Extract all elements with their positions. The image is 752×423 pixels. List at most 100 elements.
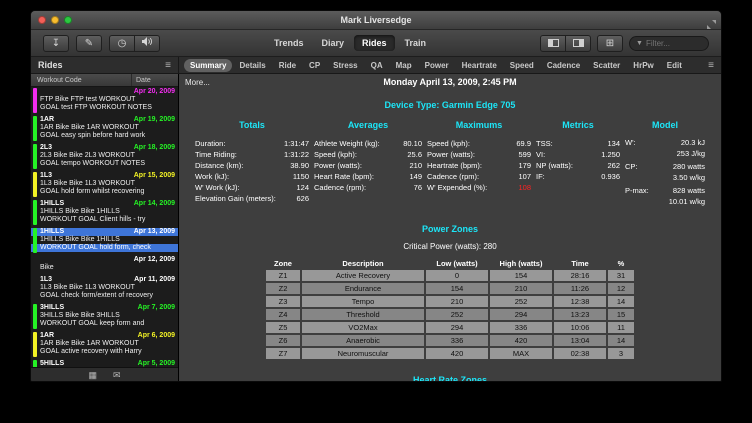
zone-cell: Z1 bbox=[266, 270, 300, 281]
ride-code: 2L3 bbox=[40, 144, 52, 152]
zone-cell: Z4 bbox=[266, 309, 300, 320]
tab-scatter[interactable]: Scatter bbox=[587, 59, 626, 72]
list-item[interactable]: 1HILLSApr 14, 2009 1HILLS Bike Bike 1HIL… bbox=[31, 199, 178, 226]
maximums-section: Maximums Speed (kph):69.9 Power (watts):… bbox=[427, 120, 531, 210]
ride-color-bar bbox=[33, 276, 37, 301]
list-item[interactable]: 1L3Apr 15, 2009 1L3 Bike Bike 1L3 WORKOU… bbox=[31, 171, 178, 198]
toggle-sidebar-button[interactable] bbox=[540, 35, 566, 52]
tab-cp[interactable]: CP bbox=[303, 59, 326, 72]
metric-row: Duration:1:31:47 bbox=[195, 138, 309, 149]
metric-value: 134 bbox=[607, 138, 620, 149]
panel-left-icon bbox=[548, 39, 559, 47]
metric-value: 1.250 bbox=[601, 149, 620, 160]
list-item[interactable]: 3HILLSApr 7, 2009 3HILLS Bike Bike 3HILL… bbox=[31, 303, 178, 330]
filter-field[interactable]: ▼ bbox=[629, 36, 709, 51]
calendar-icon[interactable]: ▦ bbox=[88, 370, 97, 380]
metric-value: 179 bbox=[518, 160, 531, 171]
tab-speed[interactable]: Speed bbox=[504, 59, 540, 72]
tab-qa[interactable]: QA bbox=[365, 59, 389, 72]
ride-color-bar bbox=[33, 88, 37, 113]
tab-edit[interactable]: Edit bbox=[661, 59, 688, 72]
metric-value: 124 bbox=[296, 182, 309, 193]
audio-button[interactable] bbox=[134, 35, 160, 52]
tile-view-button[interactable]: ⊞ bbox=[597, 35, 623, 52]
zone-cell: 28:16 bbox=[554, 270, 606, 281]
zone-cell: Anaerobic bbox=[302, 335, 424, 346]
metric-row: Speed (kph):25.6 bbox=[314, 149, 422, 160]
metric-value: 262 bbox=[607, 160, 620, 171]
metric-label: W' Work (kJ): bbox=[195, 182, 240, 193]
traffic-lights bbox=[38, 16, 72, 24]
ride-code: 1AR bbox=[40, 116, 54, 124]
list-item[interactable]: Apr 20, 2009 FTP Bike FTP test WORKOUT G… bbox=[31, 87, 178, 114]
analysis-tabs: Summary Details Ride CP Stress QA Map Po… bbox=[179, 59, 701, 72]
metric-label: CP: bbox=[625, 162, 638, 171]
metric-value: 280 watts bbox=[673, 162, 705, 171]
download-button[interactable]: ↧ bbox=[43, 35, 69, 52]
ride-desc: 1AR Bike Bike 1AR WORKOUT bbox=[40, 340, 175, 348]
zone-cell: 420 bbox=[426, 348, 488, 359]
column-header-code[interactable]: Workout Code bbox=[31, 74, 132, 86]
list-item[interactable]: 1L3Apr 11, 2009 1L3 Bike Bike 1L3 WORKOU… bbox=[31, 275, 178, 302]
zone-col-header: Low (watts) bbox=[426, 259, 488, 268]
fullscreen-icon[interactable] bbox=[707, 16, 716, 34]
tab-ride[interactable]: Ride bbox=[273, 59, 302, 72]
ride-date: Apr 14, 2009 bbox=[134, 200, 175, 208]
timer-button[interactable]: ◷ bbox=[109, 35, 135, 52]
zone-cell: 154 bbox=[426, 283, 488, 294]
scope-diary[interactable]: Diary bbox=[313, 35, 352, 51]
ride-color-bar bbox=[33, 228, 37, 253]
zoom-button[interactable] bbox=[64, 16, 72, 24]
tab-map[interactable]: Map bbox=[390, 59, 418, 72]
tab-heartrate[interactable]: Heartrate bbox=[456, 59, 503, 72]
sidebar-menu-icon[interactable]: ≡ bbox=[165, 60, 171, 71]
tab-summary[interactable]: Summary bbox=[184, 59, 232, 72]
ride-desc: Bike bbox=[40, 264, 175, 272]
scope-trends[interactable]: Trends bbox=[266, 35, 312, 51]
speaker-icon bbox=[142, 37, 153, 49]
section-title: Maximums bbox=[427, 120, 531, 130]
list-item[interactable]: 1ARApr 6, 2009 1AR Bike Bike 1AR WORKOUT… bbox=[31, 331, 178, 358]
zone-cell: 11:26 bbox=[554, 283, 606, 294]
filter-input[interactable] bbox=[646, 39, 702, 48]
window-title: Mark Liversedge bbox=[31, 15, 721, 25]
scope-rides[interactable]: Rides bbox=[354, 35, 395, 51]
metric-value: 0.936 bbox=[601, 171, 620, 182]
ride-desc: 1L3 Bike Bike 1L3 WORKOUT bbox=[40, 284, 175, 292]
metric-value: 210 bbox=[409, 160, 422, 171]
list-item[interactable]: 5HILLSApr 5, 2009 5HILLS Bike Bike 5HILL… bbox=[31, 359, 178, 367]
tab-cadence[interactable]: Cadence bbox=[541, 59, 586, 72]
list-item-selected[interactable]: 1HILLSApr 13, 2009 1HILLS Bike Bike 1HIL… bbox=[31, 227, 178, 254]
close-button[interactable] bbox=[38, 16, 46, 24]
minimize-button[interactable] bbox=[51, 16, 59, 24]
zone-cell: 294 bbox=[490, 309, 552, 320]
mail-icon[interactable]: ✉ bbox=[113, 370, 121, 380]
toggle-detailpane-button[interactable] bbox=[565, 35, 591, 52]
sidebar-footer: ▦ ✉ bbox=[31, 367, 178, 381]
metric-label: Duration: bbox=[195, 138, 225, 149]
zone-cell: 210 bbox=[490, 283, 552, 294]
ride-code: 1AR bbox=[40, 332, 54, 340]
scope-train[interactable]: Train bbox=[397, 35, 435, 51]
list-item[interactable]: Apr 12, 2009 Bike bbox=[31, 255, 178, 274]
ride-code: 1L3 bbox=[40, 172, 52, 180]
metric-row: W':20.3 kJ253 J/kg bbox=[625, 138, 705, 158]
zone-cell: 12 bbox=[608, 283, 634, 294]
column-header-date[interactable]: Date bbox=[132, 77, 178, 84]
ride-code: 1HILLS bbox=[40, 200, 64, 208]
chart-menu-icon[interactable]: ≡ bbox=[701, 60, 721, 71]
tab-hrpw[interactable]: HrPw bbox=[627, 59, 659, 72]
metric-value: 599 bbox=[518, 149, 531, 160]
ride-code: 5HILLS bbox=[40, 360, 64, 367]
zone-cell: 294 bbox=[426, 322, 488, 333]
more-button[interactable]: More... bbox=[185, 78, 210, 87]
list-item[interactable]: 2L3Apr 18, 2009 2L3 Bike Bike 2L3 WORKOU… bbox=[31, 143, 178, 170]
panel-toggle-group bbox=[540, 35, 591, 52]
tab-power[interactable]: Power bbox=[419, 59, 455, 72]
list-item[interactable]: 1ARApr 19, 2009 1AR Bike Bike 1AR WORKOU… bbox=[31, 115, 178, 142]
manual-entry-button[interactable]: ✎ bbox=[76, 35, 102, 52]
tab-details[interactable]: Details bbox=[233, 59, 271, 72]
tab-stress[interactable]: Stress bbox=[327, 59, 363, 72]
metric-row: IF:0.936 bbox=[536, 171, 620, 182]
ride-date: Apr 18, 2009 bbox=[134, 144, 175, 152]
